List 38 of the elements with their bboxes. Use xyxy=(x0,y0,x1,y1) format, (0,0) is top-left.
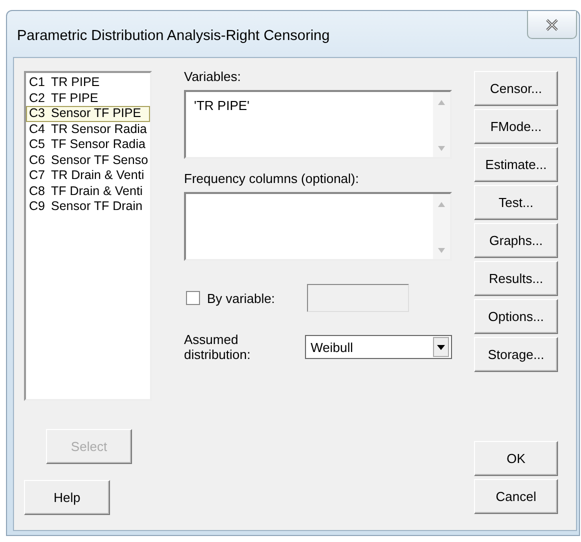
column-list-item[interactable]: C9 Sensor TF Drain xyxy=(26,199,150,214)
dialog-button[interactable]: Graphs... xyxy=(474,223,558,258)
scroll-down-icon xyxy=(438,146,445,151)
by-variable-field[interactable] xyxy=(307,284,409,312)
column-list-item[interactable]: C8 TF Drain & Venti xyxy=(26,184,150,199)
scrollbar[interactable] xyxy=(433,194,450,259)
close-icon xyxy=(545,18,559,30)
by-variable-label: By variable: xyxy=(207,290,276,306)
ok-button[interactable]: OK xyxy=(474,441,558,476)
cancel-button[interactable]: Cancel xyxy=(474,479,558,514)
dialog-button[interactable]: Censor... xyxy=(474,71,558,106)
column-list-item[interactable]: C6 Sensor TF Senso xyxy=(26,152,150,168)
dialog-button[interactable]: Storage... xyxy=(474,337,558,372)
variables-label: Variables: xyxy=(184,69,242,85)
dialog-button[interactable]: Options... xyxy=(474,299,558,334)
window-title: Parametric Distribution Analysis-Right Censoring xyxy=(16,28,330,44)
variables-field[interactable]: 'TR PIPE' xyxy=(184,90,452,159)
frequency-label: Frequency columns (optional): xyxy=(184,171,360,187)
column-list-item[interactable]: C4 TR Sensor Radia xyxy=(26,122,150,137)
scrollbar[interactable] xyxy=(433,92,450,157)
frequency-field[interactable] xyxy=(184,192,452,261)
column-list-item[interactable]: C3 Sensor TF PIPE xyxy=(26,106,150,122)
scroll-up-icon xyxy=(438,100,445,105)
distribution-dropdown[interactable]: Weibull xyxy=(304,335,452,359)
column-list-item[interactable]: C1 TR PIPE xyxy=(26,75,150,90)
scroll-up-icon xyxy=(438,202,445,207)
column-list-item[interactable]: C7 TR Drain & Venti xyxy=(26,168,150,184)
column-list-item[interactable]: C5 TF Sensor Radia xyxy=(26,137,150,152)
dialog-button[interactable]: Results... xyxy=(474,261,558,296)
dialog-button[interactable]: Estimate... xyxy=(474,147,558,182)
distribution-label: Assumed distribution: xyxy=(184,332,252,362)
dialog-button[interactable]: Test... xyxy=(474,185,558,220)
by-variable-checkbox[interactable] xyxy=(186,291,200,305)
dialog-button[interactable]: FMode... xyxy=(474,109,558,144)
column-list-item[interactable]: C2 TF PIPE xyxy=(26,90,150,106)
close-button[interactable] xyxy=(527,11,577,39)
scroll-down-icon xyxy=(438,248,445,253)
help-button[interactable]: Help xyxy=(24,480,110,515)
